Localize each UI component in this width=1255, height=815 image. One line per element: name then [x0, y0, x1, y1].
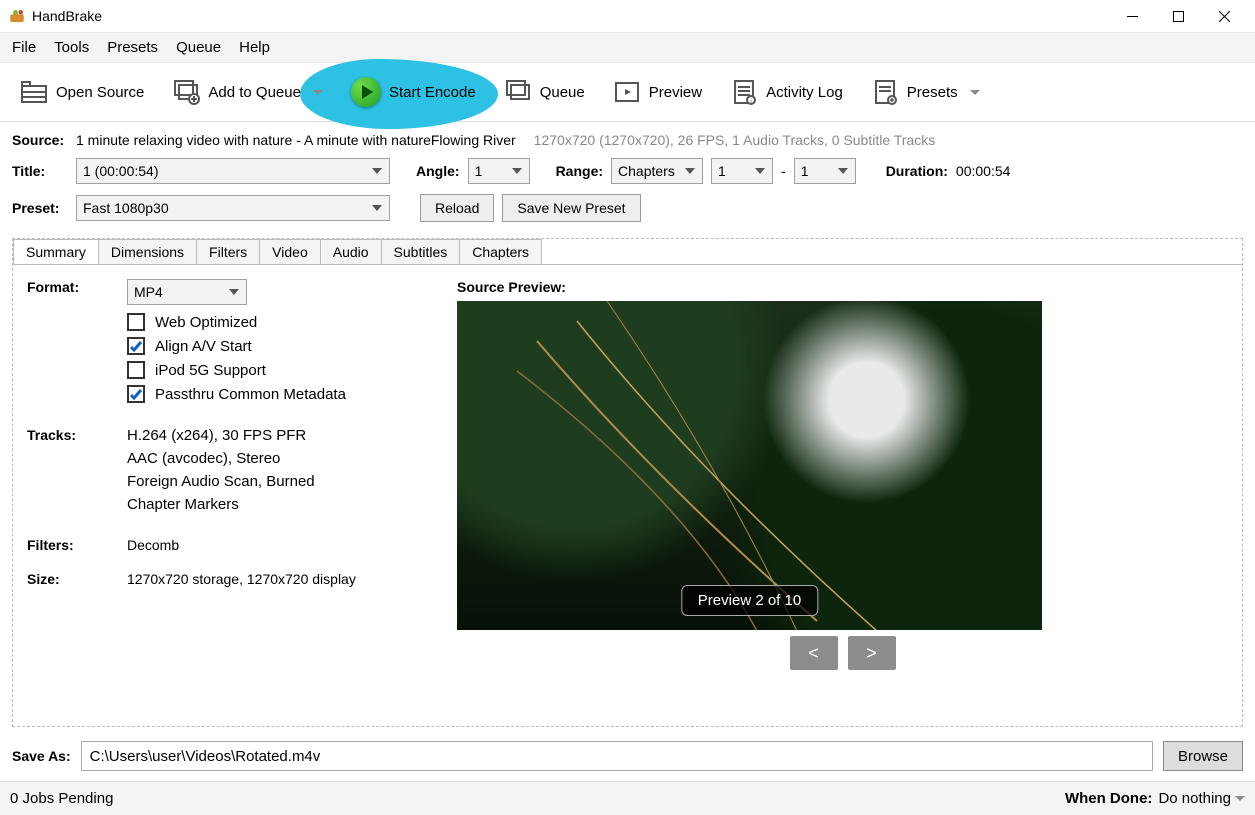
track-0: H.264 (x264), 30 FPS PFR: [127, 427, 315, 444]
menu-presets[interactable]: Presets: [107, 39, 158, 56]
title-select[interactable]: 1 (00:00:54): [76, 158, 390, 184]
app-icon: [8, 7, 26, 25]
activity-log-icon: i: [730, 78, 758, 106]
menu-queue[interactable]: Queue: [176, 39, 221, 56]
preview-prev-button[interactable]: <: [790, 636, 838, 670]
preview-counter: Preview 2 of 10: [681, 585, 818, 616]
window-close-button[interactable]: [1201, 0, 1247, 32]
open-source-icon: [20, 78, 48, 106]
size-value: 1270x720 storage, 1270x720 display: [127, 571, 356, 587]
range-from-select[interactable]: 1: [711, 158, 773, 184]
window-minimize-button[interactable]: [1109, 0, 1155, 32]
tab-video[interactable]: Video: [259, 239, 321, 264]
duration-value: 00:00:54: [956, 163, 1011, 179]
open-source-label: Open Source: [56, 84, 144, 101]
window-maximize-button[interactable]: [1155, 0, 1201, 32]
svg-text:i: i: [750, 99, 751, 105]
track-3: Chapter Markers: [127, 496, 315, 513]
queue-button[interactable]: Queue: [490, 74, 599, 110]
source-title: 1 minute relaxing video with nature - A …: [76, 132, 516, 148]
activity-log-button[interactable]: i Activity Log: [716, 74, 857, 110]
presets-button[interactable]: Presets: [857, 74, 994, 110]
filters-value: Decomb: [127, 537, 179, 553]
when-done-value[interactable]: Do nothing: [1158, 790, 1231, 807]
start-encode-label: Start Encode: [389, 84, 476, 101]
main-content: Source: 1 minute relaxing video with nat…: [0, 122, 1255, 731]
open-source-button[interactable]: Open Source: [6, 74, 158, 110]
source-preview-label: Source Preview:: [457, 279, 1228, 295]
preview-button[interactable]: Preview: [599, 74, 716, 110]
preset-select[interactable]: Fast 1080p30: [76, 195, 390, 221]
size-label: Size:: [27, 571, 127, 587]
range-type-select[interactable]: Chapters: [611, 158, 703, 184]
angle-select[interactable]: 1: [468, 158, 530, 184]
tab-audio[interactable]: Audio: [320, 239, 382, 264]
tab-subtitles[interactable]: Subtitles: [381, 239, 461, 264]
tab-summary[interactable]: Summary: [13, 239, 99, 264]
format-label: Format:: [27, 279, 127, 409]
save-as-input[interactable]: [81, 741, 1153, 771]
save-as-row: Save As: Browse: [0, 731, 1255, 781]
tab-chapters[interactable]: Chapters: [459, 239, 542, 264]
source-label: Source:: [12, 132, 68, 148]
menu-tools[interactable]: Tools: [54, 39, 89, 56]
menu-file[interactable]: File: [12, 39, 36, 56]
track-2: Foreign Audio Scan, Burned: [127, 473, 315, 490]
statusbar: 0 Jobs Pending When Done: Do nothing: [0, 781, 1255, 815]
browse-button[interactable]: Browse: [1163, 741, 1243, 771]
save-as-label: Save As:: [12, 748, 71, 764]
tabs-container: Summary Dimensions Filters Video Audio S…: [12, 238, 1243, 727]
web-optimized-checkbox[interactable]: Web Optimized: [127, 313, 346, 331]
presets-label: Presets: [907, 84, 958, 101]
reload-button[interactable]: Reload: [420, 194, 494, 222]
menu-help[interactable]: Help: [239, 39, 270, 56]
window-title: HandBrake: [32, 8, 102, 24]
passthru-checkbox[interactable]: Passthru Common Metadata: [127, 385, 346, 403]
toolbar: Open Source Add to Queue Start Encode Qu…: [0, 63, 1255, 122]
preview-icon: [613, 78, 641, 106]
play-icon: [351, 77, 381, 107]
preset-label: Preset:: [12, 200, 68, 216]
titlebar: HandBrake: [0, 0, 1255, 32]
title-label: Title:: [12, 163, 68, 179]
filters-label: Filters:: [27, 537, 127, 553]
angle-label: Angle:: [416, 163, 460, 179]
range-label: Range:: [556, 163, 603, 179]
add-to-queue-button[interactable]: Add to Queue: [158, 74, 337, 110]
activity-log-label: Activity Log: [766, 84, 843, 101]
align-av-checkbox[interactable]: Align A/V Start: [127, 337, 346, 355]
chevron-down-icon[interactable]: [313, 90, 323, 95]
tab-filters[interactable]: Filters: [196, 239, 260, 264]
range-dash: -: [781, 163, 786, 179]
source-preview: Preview 2 of 10: [457, 301, 1042, 630]
queue-label: Queue: [540, 84, 585, 101]
ipod-checkbox[interactable]: iPod 5G Support: [127, 361, 346, 379]
preview-label: Preview: [649, 84, 702, 101]
presets-icon: [871, 78, 899, 106]
duration-label: Duration:: [886, 163, 948, 179]
chevron-down-icon[interactable]: [1235, 796, 1245, 801]
when-done-label: When Done:: [1065, 790, 1153, 807]
preview-next-button[interactable]: >: [848, 636, 896, 670]
track-1: AAC (avcodec), Stereo: [127, 450, 315, 467]
format-select[interactable]: MP4: [127, 279, 247, 305]
tracks-label: Tracks:: [27, 427, 127, 519]
source-meta: 1270x720 (1270x720), 26 FPS, 1 Audio Tra…: [534, 132, 936, 148]
start-encode-button[interactable]: Start Encode: [337, 73, 490, 111]
queue-icon: [504, 78, 532, 106]
range-to-select[interactable]: 1: [794, 158, 856, 184]
add-to-queue-label: Add to Queue: [208, 84, 301, 101]
menubar: File Tools Presets Queue Help: [0, 32, 1255, 63]
chevron-down-icon[interactable]: [970, 90, 980, 95]
jobs-pending: 0 Jobs Pending: [10, 790, 113, 807]
tab-dimensions[interactable]: Dimensions: [98, 239, 197, 264]
add-to-queue-icon: [172, 78, 200, 106]
save-new-preset-button[interactable]: Save New Preset: [502, 194, 640, 222]
